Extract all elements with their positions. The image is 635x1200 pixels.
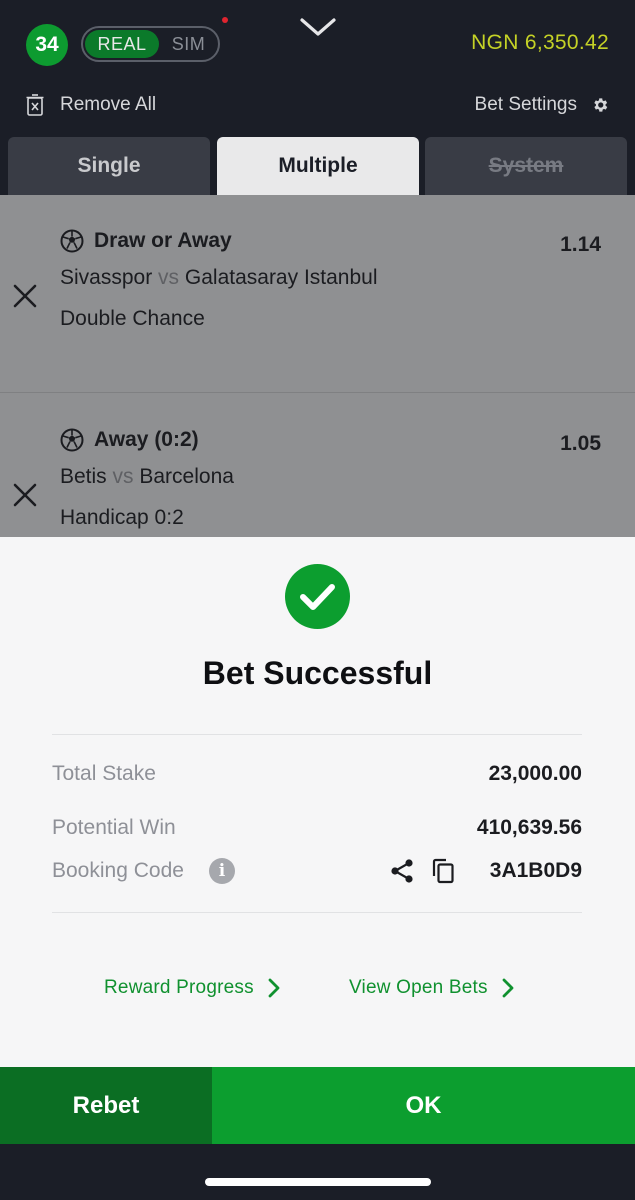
potential-win-label: Potential Win [52, 816, 176, 839]
tab-system[interactable]: System [425, 137, 627, 195]
view-open-bets-link[interactable]: View Open Bets [349, 977, 514, 999]
account-balance: NGN 6,350.42 [471, 31, 609, 54]
close-icon[interactable] [12, 283, 38, 309]
close-icon[interactable] [12, 482, 38, 508]
mode-real-option[interactable]: REAL [85, 30, 159, 58]
selection-name: Away (0:2) [94, 428, 199, 451]
divider [52, 912, 582, 913]
copy-icon[interactable] [430, 858, 456, 884]
info-icon[interactable]: i [209, 858, 235, 884]
chevron-right-icon [502, 978, 514, 998]
match-teams: Sivasspor vs Galatasaray Istanbul [60, 266, 378, 290]
check-circle-icon [285, 564, 350, 629]
tab-multiple[interactable]: Multiple [217, 137, 419, 195]
selections-list: Draw or Away 1.14 Sivasspor vs Galatasar… [0, 195, 635, 537]
chevron-down-icon[interactable] [298, 14, 338, 42]
booking-code-value[interactable]: 3A1B0D9 [490, 859, 582, 883]
divider [52, 734, 582, 735]
home-indicator[interactable] [205, 1178, 431, 1186]
share-icon[interactable] [389, 858, 415, 884]
match-teams: Betis vs Barcelona [60, 465, 234, 489]
gear-icon [594, 98, 608, 112]
away-team: Barcelona [139, 465, 234, 488]
home-team: Sivasspor [60, 266, 153, 289]
rebet-button[interactable]: Rebet [0, 1067, 212, 1144]
remove-all-label: Remove All [60, 94, 157, 115]
bet-type-tabs: Single Multiple System [8, 137, 627, 195]
bet-selection-item: Draw or Away 1.14 Sivasspor vs Galatasar… [0, 195, 635, 393]
notification-dot [222, 17, 228, 23]
selection-name: Draw or Away [94, 229, 232, 252]
reward-progress-label: Reward Progress [104, 977, 254, 998]
view-open-bets-label: View Open Bets [349, 977, 488, 998]
chevron-right-icon [268, 978, 280, 998]
reward-progress-link[interactable]: Reward Progress [104, 977, 280, 999]
trash-icon [26, 94, 44, 116]
selection-row: Draw or Away [60, 229, 232, 253]
vs-label: vs [158, 266, 180, 289]
market-name: Double Chance [60, 307, 205, 330]
tab-single[interactable]: Single [8, 137, 210, 195]
bet-settings-button[interactable]: Bet Settings [475, 90, 609, 120]
selection-row: Away (0:2) [60, 428, 199, 452]
bet-success-sheet: Bet Successful Total Stake 23,000.00 Pot… [0, 537, 635, 1067]
potential-win-value: 410,639.56 [476, 816, 582, 839]
remove-all-button[interactable]: Remove All [26, 90, 156, 120]
selection-count-badge: 34 [26, 24, 68, 66]
ok-button[interactable]: OK [212, 1067, 635, 1144]
total-stake-value: 23,000.00 [488, 762, 582, 785]
booking-code-label: Booking Code [52, 859, 184, 882]
vs-label: vs [112, 465, 134, 488]
selection-odds: 1.05 [560, 432, 601, 455]
soccer-ball-icon [60, 428, 84, 452]
bet-settings-label: Bet Settings [474, 94, 577, 115]
success-title: Bet Successful [202, 655, 433, 691]
mode-sim-option[interactable]: SIM [159, 34, 218, 55]
home-team: Betis [60, 465, 107, 488]
betslip-header: 34 REAL SIM NGN 6,350.42 Remove All Bet … [0, 0, 635, 195]
market-name: Handicap 0:2 [60, 506, 184, 529]
bet-selection-item: Away (0:2) 1.05 Betis vs Barcelona Handi… [0, 394, 635, 537]
soccer-ball-icon [60, 229, 84, 253]
away-team: Galatasaray Istanbul [184, 266, 378, 289]
selection-odds: 1.14 [560, 233, 601, 256]
real-sim-toggle[interactable]: REAL SIM [81, 26, 220, 62]
total-stake-label: Total Stake [52, 762, 156, 785]
